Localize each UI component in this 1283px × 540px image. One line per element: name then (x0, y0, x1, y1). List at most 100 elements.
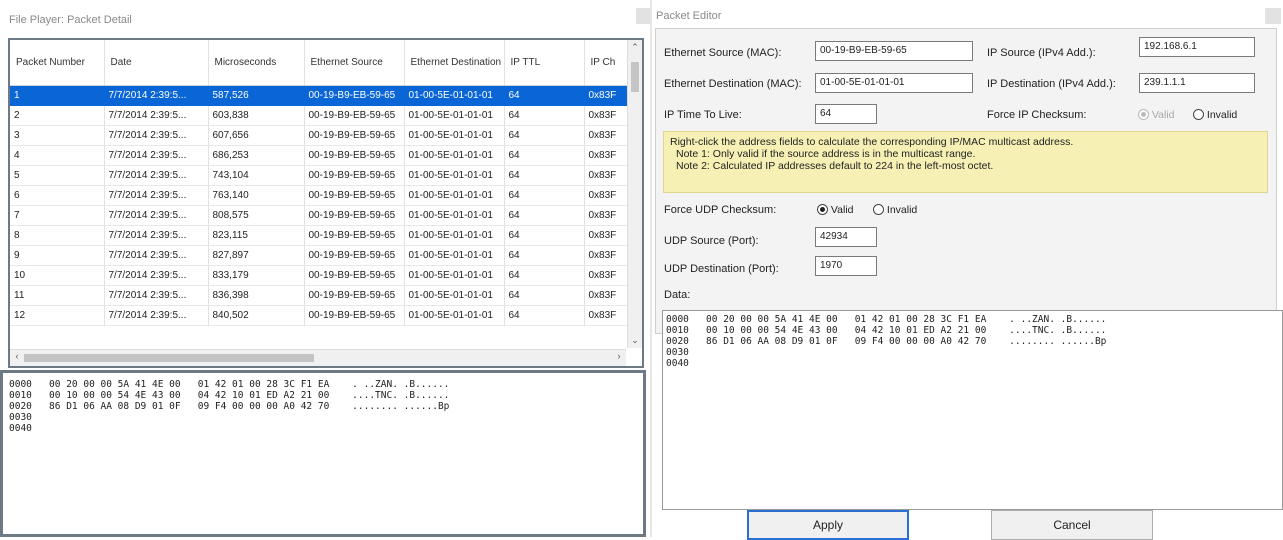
table-cell: 00-19-B9-EB-59-65 (304, 185, 405, 206)
table-body: 1 7/7/2014 2:39:5... 587,526 00-19-B9-EB-59… (10, 85, 641, 326)
table-cell: 01-00-5E-01-01-01 (404, 125, 505, 146)
table-cell: 5 (10, 165, 105, 186)
horizontal-scrollbar[interactable]: ‹ › (10, 349, 626, 366)
hex-dump-panel[interactable]: 0000 00 20 00 00 5A 41 4E 00 01 42 01 00… (0, 370, 646, 537)
table-row[interactable]: 4 7/7/2014 2:39:5... 686,253 00-19-B9-EB-59… (10, 145, 641, 166)
window-corner-box (1265, 8, 1281, 24)
udp-src-field[interactable]: 42934 (815, 227, 877, 247)
ip-invalid-radio[interactable]: Invalid (1193, 109, 1237, 121)
column-header[interactable]: Date (104, 40, 209, 86)
udp-valid-radio[interactable]: Valid (817, 204, 854, 216)
table-cell: 607,656 (208, 125, 305, 146)
chevron-up-icon[interactable]: ⌃ (628, 42, 642, 53)
table-cell: 64 (504, 165, 585, 186)
scrollbar-thumb[interactable] (631, 62, 639, 92)
table-cell: 64 (504, 285, 585, 306)
table-row[interactable]: 8 7/7/2014 2:39:5... 823,115 00-19-B9-EB-59… (10, 225, 641, 246)
table-cell: 64 (504, 225, 585, 246)
column-header[interactable]: Microseconds (208, 40, 305, 86)
table-row[interactable]: 7 7/7/2014 2:39:5... 808,575 00-19-B9-EB-59… (10, 205, 641, 226)
eth-src-field[interactable]: 00-19-B9-EB-59-65 (815, 41, 973, 61)
table-cell: 686,253 (208, 145, 305, 166)
table-cell: 763,140 (208, 185, 305, 206)
table-cell: 6 (10, 185, 105, 206)
table-cell: 7/7/2014 2:39:5... (104, 285, 209, 306)
table-row[interactable]: 3 7/7/2014 2:39:5... 607,656 00-19-B9-EB-59… (10, 125, 641, 146)
ttl-field[interactable]: 64 (815, 104, 877, 124)
packet-editor-window-title: Packet Editor (656, 10, 722, 22)
table-header-row: Packet Number Date Microseconds Ethernet So… (10, 40, 641, 86)
table-row[interactable]: 5 7/7/2014 2:39:5... 743,104 00-19-B9-EB-59… (10, 165, 641, 186)
radio-icon (873, 204, 884, 215)
table-row[interactable]: 9 7/7/2014 2:39:5... 827,897 00-19-B9-EB-59… (10, 245, 641, 266)
table-cell: 01-00-5E-01-01-01 (404, 305, 505, 326)
table-cell: 7/7/2014 2:39:5... (104, 85, 209, 106)
table-cell: 01-00-5E-01-01-01 (404, 145, 505, 166)
chevron-right-icon[interactable]: › (612, 351, 626, 361)
hex-dump-text: 0000 00 20 00 00 5A 41 4E 00 01 42 01 00… (9, 379, 450, 434)
table-cell: 7/7/2014 2:39:5... (104, 185, 209, 206)
table-row[interactable]: 12 7/7/2014 2:39:5... 840,502 00-19-B9-EB-5… (10, 305, 641, 326)
table-row[interactable]: 2 7/7/2014 2:39:5... 603,838 00-19-B9-EB-59… (10, 105, 641, 126)
scrollbar-thumb[interactable] (24, 354, 314, 362)
table-cell: 00-19-B9-EB-59-65 (304, 85, 405, 106)
eth-src-label: Ethernet Source (MAC): (664, 47, 782, 59)
table-cell: 8 (10, 225, 105, 246)
ip-src-field[interactable]: 192.168.6.1 (1139, 37, 1255, 57)
ip-dst-label: IP Destination (IPv4 Add.): (987, 78, 1116, 90)
table-cell: 64 (504, 305, 585, 326)
column-header[interactable]: IP TTL (504, 40, 585, 86)
column-header[interactable]: Packet Number (10, 40, 105, 86)
force-ip-checksum-label: Force IP Checksum: (987, 109, 1087, 121)
udp-dst-label: UDP Destination (Port): (664, 263, 779, 275)
vertical-scrollbar[interactable]: ⌃ ⌄ (627, 40, 642, 348)
eth-dst-field[interactable]: 01-00-5E-01-01-01 (815, 73, 973, 93)
table-cell: 833,179 (208, 265, 305, 286)
radio-icon (1138, 109, 1149, 120)
info-line: Right-click the address fields to calcul… (670, 136, 1074, 148)
table-cell: 7/7/2014 2:39:5... (104, 145, 209, 166)
table-row[interactable]: 6 7/7/2014 2:39:5... 763,140 00-19-B9-EB-59… (10, 185, 641, 206)
table-cell: 7/7/2014 2:39:5... (104, 305, 209, 326)
udp-src-label: UDP Source (Port): (664, 235, 759, 247)
table-cell: 00-19-B9-EB-59-65 (304, 265, 405, 286)
table-cell: 01-00-5E-01-01-01 (404, 105, 505, 126)
table-cell: 587,526 (208, 85, 305, 106)
ip-dst-field[interactable]: 239.1.1.1 (1139, 73, 1255, 93)
ip-src-label: IP Source (IPv4 Add.): (987, 47, 1096, 59)
table-cell: 01-00-5E-01-01-01 (404, 185, 505, 206)
table-cell: 00-19-B9-EB-59-65 (304, 285, 405, 306)
apply-button[interactable]: Apply (747, 510, 909, 540)
table-cell: 743,104 (208, 165, 305, 186)
column-header[interactable]: Ethernet Destination (404, 40, 505, 86)
table-cell: 7/7/2014 2:39:5... (104, 225, 209, 246)
column-header[interactable]: Ethernet Source (304, 40, 405, 86)
table-row[interactable]: 1 7/7/2014 2:39:5... 587,526 00-19-B9-EB-59… (10, 85, 641, 106)
packet-data-editor[interactable]: 0000 00 20 00 00 5A 41 4E 00 01 42 01 00… (662, 310, 1283, 510)
table-cell: 01-00-5E-01-01-01 (404, 205, 505, 226)
table-cell: 836,398 (208, 285, 305, 306)
table-cell: 00-19-B9-EB-59-65 (304, 305, 405, 326)
udp-invalid-radio[interactable]: Invalid (873, 204, 917, 216)
table-cell: 00-19-B9-EB-59-65 (304, 125, 405, 146)
udp-dst-field[interactable]: 1970 (815, 256, 877, 276)
table-row[interactable]: 10 7/7/2014 2:39:5... 833,179 00-19-B9-EB-5… (10, 265, 641, 286)
table-cell: 01-00-5E-01-01-01 (404, 225, 505, 246)
cancel-button[interactable]: Cancel (991, 510, 1153, 540)
table-cell: 64 (504, 185, 585, 206)
multicast-info-note: Right-click the address fields to calcul… (663, 131, 1268, 193)
ip-valid-radio[interactable]: Valid (1138, 109, 1175, 121)
table-cell: 64 (504, 205, 585, 226)
chevron-left-icon[interactable]: ‹ (10, 351, 24, 361)
table-cell: 7/7/2014 2:39:5... (104, 105, 209, 126)
table-cell: 827,897 (208, 245, 305, 266)
data-label: Data: (664, 289, 691, 301)
table-cell: 1 (10, 85, 105, 106)
table-cell: 01-00-5E-01-01-01 (404, 165, 505, 186)
chevron-down-icon[interactable]: ⌄ (628, 335, 642, 346)
radio-icon (1193, 109, 1204, 120)
table-cell: 7/7/2014 2:39:5... (104, 245, 209, 266)
table-cell: 603,838 (208, 105, 305, 126)
packet-table[interactable]: Packet Number Date Microseconds Ethernet So… (8, 38, 644, 368)
table-row[interactable]: 11 7/7/2014 2:39:5... 836,398 00-19-B9-EB-5… (10, 285, 641, 306)
